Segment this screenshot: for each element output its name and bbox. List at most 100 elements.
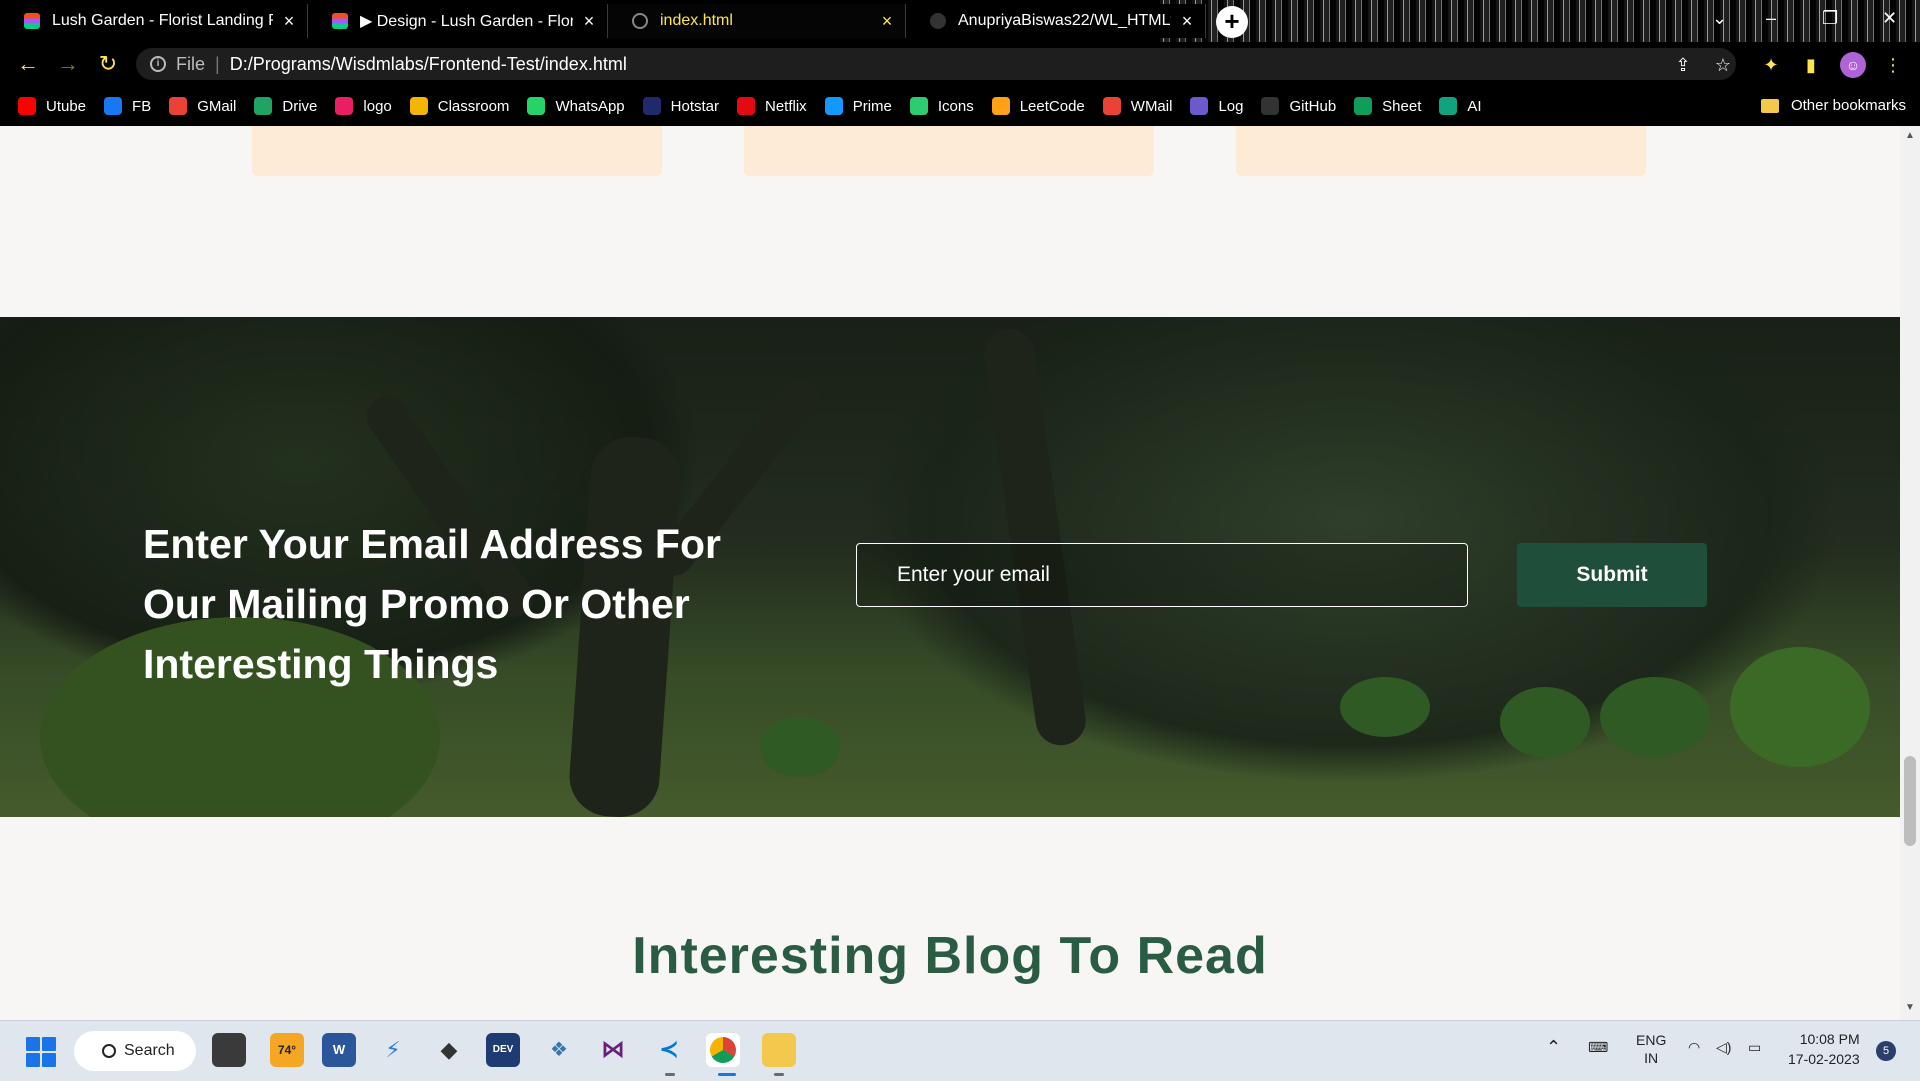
- other-bookmarks[interactable]: Other bookmarks: [1760, 97, 1906, 114]
- scroll-down-icon[interactable]: ▼: [1904, 1002, 1916, 1014]
- bookmark-utube[interactable]: Utube: [18, 97, 86, 115]
- chevron-up-icon[interactable]: ⌃: [1546, 1037, 1561, 1058]
- tab-github-repo[interactable]: AnupriyaBiswas22/WL_HTMLtest ×: [906, 4, 1206, 38]
- chrome-icon[interactable]: [706, 1033, 740, 1067]
- drive-icon: [254, 97, 273, 115]
- mysql-icon[interactable]: ◆: [432, 1033, 466, 1067]
- restore-icon[interactable]: ❐: [1822, 8, 1838, 29]
- word-icon[interactable]: W: [322, 1033, 356, 1067]
- bookmark-sheet[interactable]: Sheet: [1354, 97, 1421, 115]
- url-text[interactable]: D:/Programs/Wisdmlabs/Frontend-Test/inde…: [230, 54, 627, 75]
- info-icon[interactable]: i: [150, 56, 166, 72]
- tab-index-html[interactable]: index.html ×: [608, 4, 906, 38]
- weather-icon[interactable]: 74°: [270, 1033, 304, 1067]
- file-explorer-icon[interactable]: [762, 1033, 796, 1067]
- close-icon[interactable]: ×: [1179, 12, 1195, 30]
- bookmark-label: Drive: [282, 97, 318, 115]
- clock-date: 17-02-2023: [1788, 1051, 1860, 1067]
- bookmark-gmail[interactable]: GMail: [169, 97, 236, 115]
- close-window-icon[interactable]: ✕: [1882, 8, 1897, 29]
- folder-icon: [1760, 98, 1779, 113]
- tab-title: index.html: [660, 12, 733, 29]
- bookmark-label: logo: [363, 97, 392, 115]
- lightning-app-icon[interactable]: ⚡: [376, 1033, 410, 1067]
- chevron-down-icon[interactable]: ⌄: [1712, 8, 1727, 29]
- wifi-icon[interactable]: ◠: [1688, 1039, 1700, 1056]
- running-indicator: [665, 1073, 675, 1076]
- battery-icon[interactable]: ▭: [1748, 1039, 1761, 1056]
- bookmark-wmail[interactable]: WMail: [1102, 97, 1172, 115]
- profile-avatar[interactable]: ☺: [1840, 52, 1866, 78]
- devcpp-icon[interactable]: DEV: [486, 1033, 520, 1067]
- bookmark-label: FB: [132, 97, 152, 115]
- tab-figma-landing[interactable]: Lush Garden - Florist Landing Pa ×: [0, 4, 308, 38]
- weather-temperature: 74°: [277, 1043, 297, 1057]
- bookmark-icons[interactable]: Icons: [909, 97, 974, 115]
- bookmark-whatsapp[interactable]: WhatsApp: [527, 97, 625, 115]
- bookmark-prime[interactable]: Prime: [824, 97, 892, 115]
- reload-icon[interactable]: ↻: [94, 50, 122, 78]
- bookmark-hotstar[interactable]: Hotstar: [642, 97, 719, 115]
- visual-studio-icon[interactable]: ⋈: [596, 1033, 630, 1067]
- menu-kebab-icon[interactable]: ⋮: [1882, 54, 1904, 76]
- notification-badge[interactable]: 5: [1876, 1041, 1896, 1061]
- bookmark-leetcode[interactable]: LeetCode: [991, 97, 1085, 115]
- bookmark-star-icon[interactable]: ☆: [1712, 54, 1734, 76]
- bookmark-netflix[interactable]: Netflix: [737, 97, 807, 115]
- bookmark-label: Icons: [937, 97, 974, 115]
- bookmark-label: Hotstar: [670, 97, 719, 115]
- language-indicator[interactable]: ENG IN: [1636, 1031, 1666, 1067]
- share-icon[interactable]: ⇪: [1672, 54, 1694, 76]
- clock-time: 10:08 PM: [1799, 1031, 1860, 1047]
- page-viewport: Enter Your Email Address For Our Mailing…: [0, 126, 1900, 1020]
- facebook-icon: [104, 97, 123, 115]
- bookmark-fb[interactable]: FB: [104, 97, 151, 115]
- close-icon[interactable]: ×: [281, 12, 297, 30]
- newsletter-heading: Enter Your Email Address For Our Mailing…: [143, 521, 721, 688]
- globe-icon: [632, 13, 648, 29]
- side-panel-icon[interactable]: ▮: [1800, 54, 1822, 76]
- tree-trunk-shape: [981, 325, 1089, 749]
- whatsapp-icon: [527, 97, 546, 115]
- volume-icon[interactable]: ◁): [1716, 1039, 1731, 1056]
- vscode-icon[interactable]: ≺: [652, 1033, 686, 1067]
- extensions-icon[interactable]: ✦: [1760, 54, 1782, 76]
- bookmark-log[interactable]: Log: [1190, 97, 1243, 115]
- github-icon: [1261, 97, 1280, 115]
- close-icon[interactable]: ×: [879, 12, 895, 30]
- youtube-icon: [18, 97, 36, 115]
- new-tab-button[interactable]: +: [1216, 6, 1248, 38]
- url-scheme: File: [176, 53, 206, 74]
- bookmark-classroom[interactable]: Classroom: [409, 97, 509, 115]
- newsletter-banner: Enter Your Email Address For Our Mailing…: [0, 317, 1900, 817]
- address-bar[interactable]: i File | D:/Programs/Wisdmlabs/Frontend-…: [136, 48, 1736, 80]
- feature-card: [1236, 126, 1646, 176]
- windows-start-icon[interactable]: [26, 1037, 56, 1067]
- bookmark-github[interactable]: GitHub: [1261, 97, 1336, 115]
- back-arrow-icon[interactable]: ←: [14, 50, 42, 78]
- minimize-icon[interactable]: –: [1766, 8, 1776, 29]
- bush-shape: [1500, 687, 1590, 757]
- logo-icon: [335, 97, 354, 115]
- bookmark-logo[interactable]: logo: [335, 97, 392, 115]
- system-clock[interactable]: 10:08 PM 17-02-2023: [1788, 1029, 1860, 1069]
- scroll-up-icon[interactable]: ▲: [1904, 130, 1916, 142]
- email-input[interactable]: [856, 543, 1468, 607]
- bush-shape: [1730, 647, 1870, 767]
- taskbar-search[interactable]: Search: [74, 1031, 196, 1071]
- bookmark-ai[interactable]: AI: [1439, 97, 1482, 115]
- task-view-icon[interactable]: [212, 1033, 246, 1067]
- close-icon[interactable]: ×: [581, 12, 597, 30]
- tab-figma-design[interactable]: ▶ Design - Lush Garden - Florist ×: [308, 4, 608, 38]
- wmail-icon: [1102, 97, 1121, 115]
- python-icon[interactable]: ❖: [542, 1033, 576, 1067]
- submit-button[interactable]: Submit: [1517, 543, 1707, 607]
- bush-shape: [1600, 677, 1710, 757]
- forward-arrow-icon[interactable]: →: [54, 50, 82, 78]
- page-scrollbar[interactable]: ▲ ▼: [1900, 126, 1920, 1020]
- scrollbar-thumb[interactable]: [1904, 756, 1916, 846]
- keyboard-icon[interactable]: ⌨: [1588, 1039, 1608, 1056]
- running-indicator: [774, 1073, 784, 1076]
- bookmark-drive[interactable]: Drive: [254, 97, 317, 115]
- other-bookmarks-label: Other bookmarks: [1790, 97, 1906, 114]
